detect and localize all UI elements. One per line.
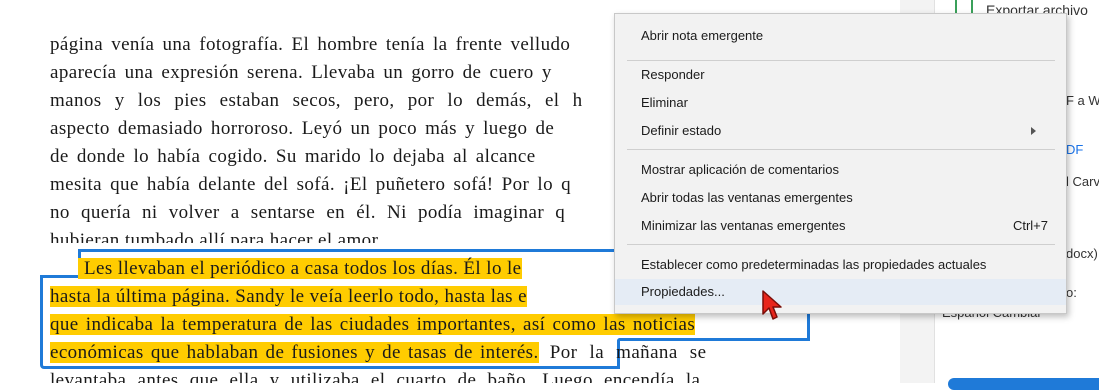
menu-item-shortcut: Ctrl+7 <box>1012 218 1048 233</box>
menu-item-set-status[interactable]: Definir estado <box>615 118 1066 144</box>
highlight-annotation[interactable]: que indicaba la temperatura de las ciuda… <box>50 313 810 337</box>
menu-item-properties[interactable]: Propiedades... <box>615 279 1066 305</box>
menu-separator <box>627 149 1055 150</box>
convert-button[interactable] <box>948 378 1099 390</box>
highlighted-text: Les llevaban el periódico a casa todos l… <box>78 258 522 279</box>
menu-item-open-all-popups[interactable]: Abrir todas las ventanas emergentes <box>615 185 1066 211</box>
menu-item-label: Responder <box>641 67 705 82</box>
menu-item-label: Abrir nota emergente <box>641 28 764 43</box>
menu-item-show-comment-app[interactable]: Mostrar aplicación de comentarios <box>615 157 1066 183</box>
doc-text: Por la mañana se <box>549 342 707 363</box>
mouse-cursor-icon <box>762 290 782 320</box>
menu-item-minimize-popups[interactable]: Minimizar las ventanas emergentes Ctrl+7 <box>615 213 1066 239</box>
panel-fragment: o: <box>1066 285 1077 300</box>
panel-fragment: docx) <box>1066 246 1098 261</box>
doc-line: levantaba antes que ella y utilizaba el … <box>50 370 701 383</box>
highlighted-text: que indicaba la temperatura de las ciuda… <box>50 314 696 335</box>
panel-fragment[interactable]: l Carv <box>1066 174 1099 189</box>
menu-separator <box>627 60 1055 61</box>
menu-item-reply[interactable]: Responder <box>615 62 1066 88</box>
menu-item-label: Mostrar aplicación de comentarios <box>641 162 839 177</box>
highlight-annotation[interactable]: económicas que hablaban de fusiones y de… <box>50 341 810 365</box>
highlighted-text: hasta la última página. Sandy le veía le… <box>50 286 527 307</box>
menu-item-label: Establecer como predeterminadas las prop… <box>641 257 987 272</box>
menu-item-label: Definir estado <box>641 123 722 138</box>
menu-item-set-default-properties[interactable]: Establecer como predeterminadas las prop… <box>615 252 1066 278</box>
menu-separator <box>627 244 1055 245</box>
context-menu: Abrir nota emergente Responder Eliminar … <box>614 13 1067 314</box>
submenu-arrow-icon <box>1031 127 1036 135</box>
menu-item-label: Minimizar las ventanas emergentes <box>641 218 846 233</box>
menu-item-label: Eliminar <box>641 95 688 110</box>
menu-item-label: Abrir todas las ventanas emergentes <box>641 190 853 205</box>
menu-item-open-popup-note[interactable]: Abrir nota emergente <box>615 23 1066 49</box>
highlighted-text: económicas que hablaban de fusiones y de… <box>50 342 539 363</box>
panel-link[interactable]: DF <box>1066 142 1083 157</box>
menu-item-label: Propiedades... <box>641 284 725 299</box>
panel-fragment[interactable]: F a W <box>1066 93 1099 108</box>
menu-item-delete[interactable]: Eliminar <box>615 90 1066 116</box>
